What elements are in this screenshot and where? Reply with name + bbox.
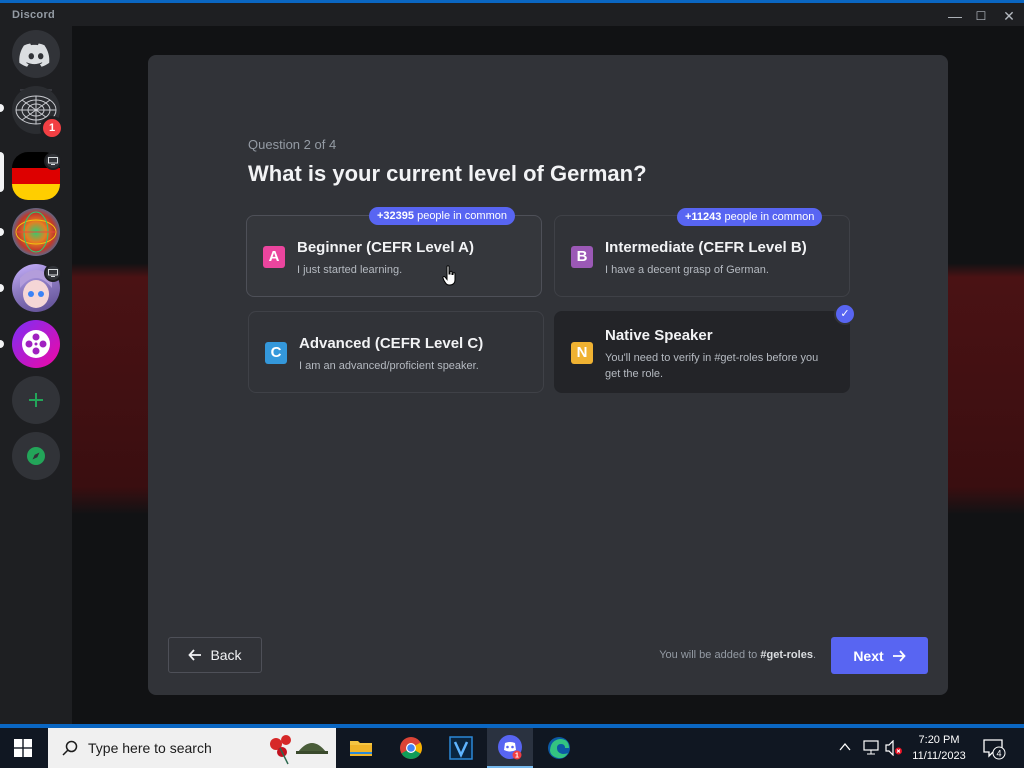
arrow-right-icon (892, 649, 906, 662)
question-title: What is your current level of German? (248, 161, 647, 186)
letter-n-icon: N (571, 342, 593, 364)
option-description: You'll need to verify in #get-roles befo… (605, 352, 819, 380)
chrome-icon (400, 737, 422, 759)
next-label: Next (853, 647, 884, 664)
taskbar: Type here to search 1 7:20 PM 11/11/2023… (0, 728, 1024, 768)
plus-icon (29, 393, 43, 407)
letter-b-icon: B (571, 246, 593, 268)
hand-cursor-icon (442, 265, 456, 286)
back-button[interactable]: Back (168, 637, 262, 673)
unread-pill (0, 104, 4, 112)
back-label: Back (210, 647, 242, 663)
taskbar-clock[interactable]: 7:20 PM 11/11/2023 (906, 732, 972, 764)
unread-pill (0, 340, 4, 348)
unread-pill (0, 284, 4, 292)
discord-logo-icon (19, 43, 50, 67)
people-in-common-badge: +11243 people in common (677, 208, 823, 226)
v-app-button[interactable] (438, 728, 484, 768)
mention-badge: 1 (40, 116, 64, 140)
network-icon[interactable] (862, 740, 880, 761)
option-advanced[interactable]: C Advanced (CEFR Level C) I am an advanc… (248, 311, 544, 393)
option-title: Native Speaker (605, 327, 713, 344)
server-colorful-sphere[interactable] (12, 208, 60, 256)
svg-text:1: 1 (515, 753, 519, 760)
option-native-speaker[interactable]: N Native Speaker You'll need to verify i… (554, 303, 856, 393)
option-description: I just started learning. (297, 264, 403, 276)
letter-a-icon: A (263, 246, 285, 268)
unread-pill (0, 228, 4, 236)
volume-muted-icon[interactable] (884, 739, 904, 761)
option-title: Advanced (CEFR Level C) (299, 335, 484, 352)
start-button[interactable] (0, 728, 46, 768)
selected-check-icon: ✓ (834, 303, 856, 325)
maximize-button[interactable]: ☐ (968, 6, 994, 26)
sphere-grid-icon (15, 211, 57, 253)
edge-icon (548, 737, 570, 759)
file-explorer-button[interactable] (338, 728, 384, 768)
screen-share-icon (44, 152, 62, 170)
svg-text:4: 4 (996, 749, 1001, 759)
windows-logo-icon (14, 739, 32, 757)
people-in-common-badge: +32395 people in common (369, 207, 515, 225)
question-count: Question 2 of 4 (248, 137, 337, 152)
clock-date: 11/11/2023 (912, 750, 966, 762)
discord-taskbar-button[interactable]: 1 (487, 728, 533, 768)
active-pill (0, 152, 4, 192)
server-film-reel[interactable] (12, 320, 60, 368)
search-icon (62, 740, 78, 756)
server-rail: 1 (0, 26, 72, 724)
folder-icon (350, 741, 372, 756)
close-button[interactable]: ✕ (996, 6, 1022, 26)
edge-button[interactable] (536, 728, 582, 768)
add-server-button[interactable] (12, 376, 60, 424)
screen-share-icon (44, 264, 62, 282)
notification-center-icon: 4 (983, 739, 1006, 760)
film-reel-icon (22, 330, 50, 358)
app-title: Discord (12, 9, 56, 21)
poppy-helmet-icon (270, 735, 328, 765)
taskbar-search-input[interactable]: Type here to search (48, 728, 336, 768)
option-description: I have a decent grasp of German. (605, 264, 769, 276)
footer-note: You will be added to #get-roles. (659, 649, 816, 661)
tray-chevron-up-icon[interactable] (838, 740, 852, 759)
arrow-left-icon (188, 649, 202, 661)
chrome-button[interactable] (388, 728, 434, 768)
onboarding-modal: Question 2 of 4 What is your current lev… (148, 55, 948, 695)
option-title: Beginner (CEFR Level A) (297, 239, 474, 256)
compass-icon (27, 447, 45, 465)
discord-app-icon: 1 (498, 735, 522, 760)
next-button[interactable]: Next (831, 637, 928, 674)
option-intermediate[interactable]: B Intermediate (CEFR Level B) I have a d… (554, 208, 850, 297)
minimize-button[interactable]: — (942, 6, 968, 26)
option-title: Intermediate (CEFR Level B) (605, 239, 807, 256)
option-beginner[interactable]: A Beginner (CEFR Level A) I just started… (246, 207, 542, 297)
notifications-button[interactable]: 4 (982, 738, 1008, 765)
title-bar: Discord — ☐ ✕ (0, 0, 1024, 26)
clock-time: 7:20 PM (918, 734, 960, 746)
letter-c-icon: C (265, 342, 287, 364)
option-description: I am an advanced/proficient speaker. (299, 360, 479, 372)
home-button[interactable] (12, 30, 60, 78)
search-placeholder: Type here to search (88, 740, 212, 756)
explore-servers-button[interactable] (12, 432, 60, 480)
v-app-icon (449, 736, 473, 760)
